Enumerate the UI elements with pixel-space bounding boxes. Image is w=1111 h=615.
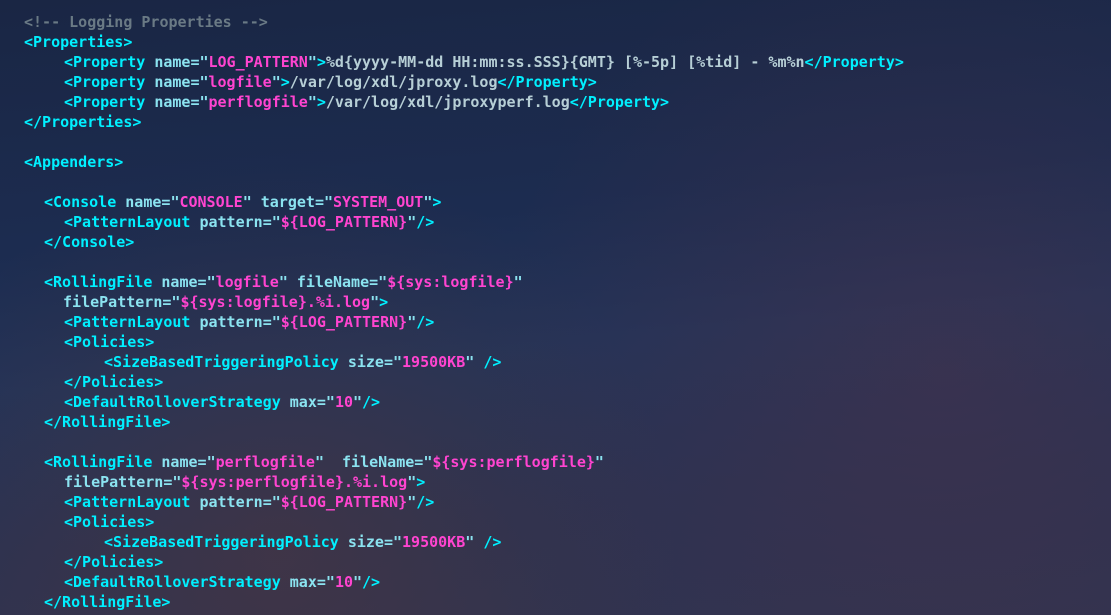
val-console: CONSOLE: [179, 193, 242, 211]
tag-console-open: <Console: [44, 193, 116, 211]
attr-filename: fileName: [297, 273, 369, 291]
attr-size: size: [348, 533, 384, 551]
xml-comment: <!-- Logging Properties -->: [24, 13, 268, 31]
text-logfilepath: /var/log/xdl/jproxy.log: [290, 73, 498, 91]
attr-pattern: pattern: [199, 313, 262, 331]
tag-property-close: </Property>: [498, 73, 597, 91]
val-sysperflogfilepattern: ${sys:perflogfile}.%i.log: [181, 473, 407, 491]
val-logfile: logfile: [216, 273, 279, 291]
tag-policies-open: <Policies>: [64, 333, 154, 351]
tag-gt: >: [281, 73, 290, 91]
tag-slashgt: />: [362, 573, 380, 591]
val-perflogfile: perflogfile: [209, 93, 308, 111]
tag-rollingfile-open: <RollingFile: [44, 273, 152, 291]
val-logpattern: LOG_PATTERN: [209, 53, 308, 71]
tag-property-close: </Property>: [570, 93, 669, 111]
tag-drs: <DefaultRolloverStrategy: [64, 573, 281, 591]
attr-pattern: pattern: [199, 213, 262, 231]
val-max: 10: [335, 393, 353, 411]
tag-policies-close: </Policies>: [64, 553, 163, 571]
tag-property-close: </Property>: [805, 53, 904, 71]
tag-slashgt: />: [416, 313, 434, 331]
tag-rollingfile-close: </RollingFile>: [44, 593, 170, 611]
attr-max: max: [290, 393, 317, 411]
tag-properties-open: <Properties>: [24, 33, 132, 51]
val-sysperflogfile: ${sys:perflogfile}: [432, 453, 595, 471]
tag-slashgt: />: [362, 393, 380, 411]
tag-rollingfile-open: <RollingFile: [44, 453, 152, 471]
tag-gt: >: [317, 53, 326, 71]
attr-name: name: [161, 453, 197, 471]
tag-gt: >: [317, 93, 326, 111]
attr-name: name: [161, 273, 197, 291]
tag-policies-close: </Policies>: [64, 373, 163, 391]
val-patternref: ${LOG_PATTERN}: [281, 313, 407, 331]
attr-name: name: [154, 93, 190, 111]
tag-slashgt: />: [416, 213, 434, 231]
attr-name: name: [154, 73, 190, 91]
attr-name: name: [154, 53, 190, 71]
attr-target: target: [261, 193, 315, 211]
val-logfile: logfile: [209, 73, 272, 91]
val-max: 10: [335, 573, 353, 591]
tag-rollingfile-close: </RollingFile>: [44, 413, 170, 431]
attr-pattern: pattern: [199, 493, 262, 511]
val-size: 19500KB: [402, 533, 465, 551]
tag-sizepolicy: <SizeBasedTriggeringPolicy: [104, 353, 339, 371]
attr-max: max: [290, 573, 317, 591]
tag-drs: <DefaultRolloverStrategy: [64, 393, 281, 411]
tag-slashgt: />: [416, 493, 434, 511]
val-perflogfile: perflogfile: [216, 453, 315, 471]
tag-properties-close: </Properties>: [24, 113, 141, 131]
attr-filename: fileName: [342, 453, 414, 471]
text-perflogfilepath: /var/log/xdl/jproxyperf.log: [326, 93, 570, 111]
tag-console-close: </Console>: [44, 233, 134, 251]
tag-sizepolicy: <SizeBasedTriggeringPolicy: [104, 533, 339, 551]
val-patternref: ${LOG_PATTERN}: [281, 213, 407, 231]
tag-patternlayout: <PatternLayout: [64, 213, 190, 231]
tag-patternlayout: <PatternLayout: [64, 313, 190, 331]
tag-slashgt: />: [483, 353, 501, 371]
tag-gt: >: [379, 293, 388, 311]
tag-property-open: <Property: [64, 53, 145, 71]
tag-patternlayout: <PatternLayout: [64, 493, 190, 511]
tag-property-open: <Property: [64, 93, 145, 111]
attr-filepattern: filePattern: [63, 293, 162, 311]
attr-name: name: [125, 193, 161, 211]
tag-slashgt: />: [483, 533, 501, 551]
val-size: 19500KB: [402, 353, 465, 371]
val-patternref: ${LOG_PATTERN}: [281, 493, 407, 511]
tag-policies-open: <Policies>: [64, 513, 154, 531]
code-block: <!-- Logging Properties --> <Properties>…: [0, 12, 1111, 612]
tag-appenders-open: <Appenders>: [24, 153, 123, 171]
val-syslogfile: ${sys:logfile}: [387, 273, 513, 291]
attr-size: size: [348, 353, 384, 371]
tag-gt: >: [432, 193, 441, 211]
val-systemout: SYSTEM_OUT: [333, 193, 423, 211]
tag-property-open: <Property: [64, 73, 145, 91]
tag-gt: >: [416, 473, 425, 491]
attr-filepattern: filePattern: [64, 473, 163, 491]
text-logpattern: %d{yyyy-MM-dd HH:mm:ss.SSS}{GMT} [%-5p] …: [326, 53, 805, 71]
val-syslogfilepattern: ${sys:logfile}.%i.log: [180, 293, 370, 311]
